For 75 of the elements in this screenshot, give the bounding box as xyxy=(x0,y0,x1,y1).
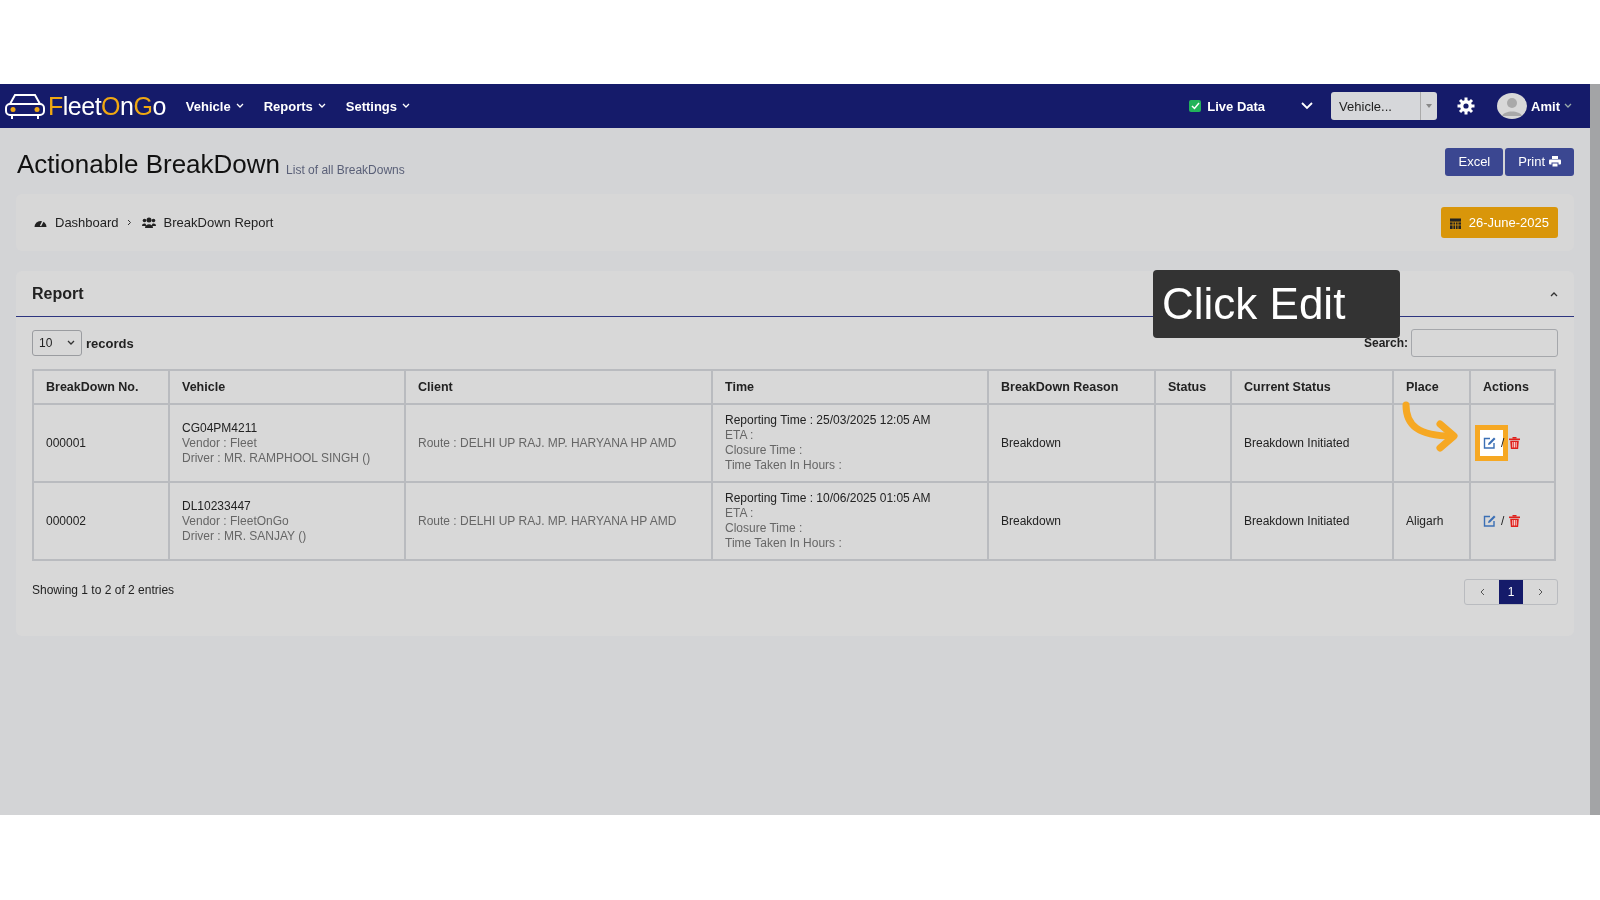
scrollbar[interactable] xyxy=(1590,84,1600,815)
caret-icon xyxy=(235,103,244,109)
chevron-icon xyxy=(126,219,132,226)
column-header[interactable]: Vehicle xyxy=(169,370,405,404)
time-line: Closure Time : xyxy=(725,443,804,458)
checkbox[interactable] xyxy=(1189,100,1202,112)
column-header[interactable]: Current Status xyxy=(1231,370,1393,404)
edit-icon[interactable] xyxy=(1483,515,1496,527)
time-line: ETA : xyxy=(725,506,755,521)
caret-icon xyxy=(402,103,411,109)
table-cell: 000001 xyxy=(33,404,169,482)
separator-text: / xyxy=(1501,435,1505,451)
driver-text: Driver : MR. RAMPHOOL SINGH () xyxy=(182,450,372,466)
time-line: Time Taken In Hours : xyxy=(725,458,843,473)
search-label: Search: xyxy=(1363,336,1408,350)
table-cell: 000002 xyxy=(33,482,169,560)
page-title: Actionable BreakDown xyxy=(17,149,281,180)
tooltip: Click Edit xyxy=(1153,270,1400,338)
search-field[interactable] xyxy=(1411,329,1558,357)
vehicle-select[interactable]: Vehicle... xyxy=(1331,92,1438,120)
printer-icon xyxy=(1549,156,1561,167)
time-line: ETA : xyxy=(725,428,755,443)
table-cell: Aligarh xyxy=(1393,482,1470,560)
vendor-text: Vendor : Fleet xyxy=(182,435,258,451)
settings-icon[interactable] xyxy=(1457,97,1476,115)
nav-menu[interactable]: Vehicle xyxy=(185,98,244,114)
page-button[interactable]: 1 xyxy=(1499,580,1523,604)
vehicle-plate: DL10233447 xyxy=(182,498,252,514)
column-header[interactable]: Actions xyxy=(1470,370,1555,404)
caret-icon xyxy=(1564,103,1572,109)
chevron-icon[interactable] xyxy=(1301,102,1314,110)
nav-menu[interactable]: Reports xyxy=(263,98,326,114)
edit-icon[interactable] xyxy=(1483,437,1496,449)
column-header[interactable]: Place xyxy=(1393,370,1470,404)
entries-info: Showing 1 to 2 of 2 entries xyxy=(32,583,176,597)
users-icon xyxy=(141,217,156,228)
caret-icon xyxy=(317,103,326,109)
table-cell: Breakdown xyxy=(988,482,1155,560)
column-header[interactable]: Time xyxy=(712,370,988,404)
dropdown-icon[interactable] xyxy=(1426,104,1433,108)
print-button[interactable]: Print xyxy=(1505,147,1574,176)
vendor-text: Vendor : FleetOnGo xyxy=(182,513,290,529)
column-header[interactable]: BreakDown Reason xyxy=(988,370,1155,404)
time-line: Reporting Time : 25/03/2025 12:05 AM xyxy=(725,413,932,428)
table-cell: Route : DELHI UP RAJ. MP. HARYANA HP AMD xyxy=(405,482,712,560)
driver-text: Driver : MR. SANJAY () xyxy=(182,528,308,544)
delete-icon[interactable] xyxy=(1509,437,1521,449)
page-length-select[interactable]: 10 xyxy=(32,330,82,356)
calendar-icon xyxy=(1449,216,1461,229)
breadcrumb-link[interactable]: BreakDown Report xyxy=(163,215,274,230)
table-cell: Route : DELHI UP RAJ. MP. HARYANA HP AMD xyxy=(405,404,712,482)
delete-icon[interactable] xyxy=(1509,515,1521,527)
column-header[interactable]: Client xyxy=(405,370,712,404)
export-button[interactable]: Excel xyxy=(1445,147,1504,176)
vehicle-plate: CG04PM4211 xyxy=(182,420,259,436)
separator-text: / xyxy=(1501,513,1505,529)
live-data-label[interactable]: Live Data xyxy=(1207,98,1266,114)
table-cell: Breakdown Initiated xyxy=(1231,482,1393,560)
nav-menu[interactable]: Settings xyxy=(345,98,411,114)
logo-text[interactable]: FleetOnGo xyxy=(48,91,166,121)
column-header[interactable]: Status xyxy=(1155,370,1231,404)
time-line: Time Taken In Hours : xyxy=(725,536,843,551)
caret-icon xyxy=(67,340,75,346)
page-subtitle: List of all BreakDowns xyxy=(286,163,405,177)
column-header[interactable]: BreakDown No. xyxy=(33,370,169,404)
table-cell: Breakdown Initiated xyxy=(1231,404,1393,482)
avatar-icon[interactable] xyxy=(1497,93,1528,119)
collapse-icon[interactable] xyxy=(1550,290,1558,297)
arrow-drawing xyxy=(1402,401,1458,452)
table-cell: Breakdown xyxy=(988,404,1155,482)
user-name[interactable]: Amit xyxy=(1531,98,1560,114)
time-line: Closure Time : xyxy=(725,521,804,536)
breadcrumb-link[interactable]: Dashboard xyxy=(55,215,119,230)
time-line: Reporting Time : 10/06/2025 01:05 AM xyxy=(725,491,932,506)
records-label: records xyxy=(86,335,134,351)
